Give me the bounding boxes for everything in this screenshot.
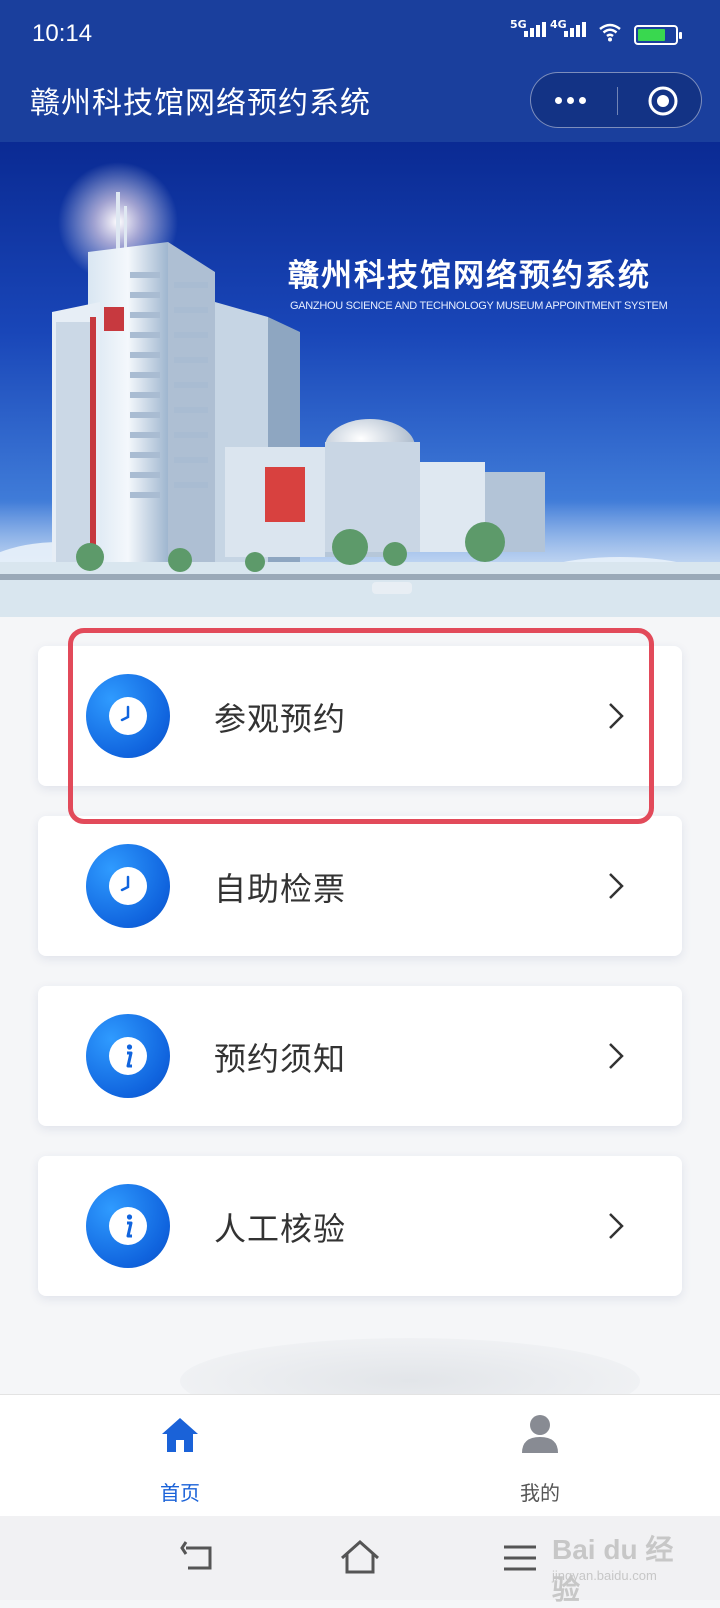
status-time: 10:14 <box>32 20 93 47</box>
menu-item-self-checkin[interactable]: 自助检票 <box>38 816 682 956</box>
museum-building-illustration <box>0 162 720 617</box>
menu-item-booking-notice[interactable]: 预约须知 <box>38 986 682 1126</box>
signal-4g-icon: 4G <box>550 18 586 37</box>
back-icon[interactable] <box>178 1536 222 1580</box>
target-circle-icon[interactable] <box>647 85 679 117</box>
battery-icon <box>634 25 682 45</box>
tab-home[interactable]: 首页 <box>120 1395 240 1517</box>
page-title: 赣州科技馆网络预约系统 <box>30 86 371 121</box>
watermark: Bai du 经验 jingyan.baidu.com <box>552 1520 682 1605</box>
battery-fill <box>638 29 665 41</box>
home-icon <box>162 1418 198 1452</box>
status-bar: 10:14 5G 4G <box>0 0 720 62</box>
top-bar: 10:14 5G 4G 赣州科技馆网络预约系统 <box>0 0 720 142</box>
menu-icon[interactable] <box>498 1536 542 1580</box>
info-icon <box>86 1184 170 1268</box>
miniprogram-capsule <box>530 72 702 128</box>
hero-banner: 赣州科技馆网络预约系统 GANZHOU SCIENCE AND TECHNOLO… <box>0 142 720 617</box>
chevron-right-icon <box>609 873 624 899</box>
info-icon <box>86 1014 170 1098</box>
signal-5g-icon: 5G <box>510 18 546 37</box>
tab-me-label: 我的 <box>520 1481 560 1505</box>
highlight-box <box>68 628 654 824</box>
menu-item-label: 自助检票 <box>214 870 347 908</box>
user-icon <box>522 1415 558 1453</box>
banner-subtitle: GANZHOU SCIENCE AND TECHNOLOGY MUSEUM AP… <box>290 300 668 312</box>
menu-item-manual-verification[interactable]: 人工核验 <box>38 1156 682 1296</box>
wifi-icon <box>599 23 621 42</box>
tab-home-label: 首页 <box>160 1481 200 1505</box>
watermark-url: jingyan.baidu.com <box>552 1568 657 1583</box>
signal-5g-label: 5G <box>510 18 527 31</box>
home-nav-icon[interactable] <box>338 1536 382 1580</box>
signal-4g-label: 4G <box>550 18 567 31</box>
menu-item-label: 人工核验 <box>214 1210 347 1248</box>
chevron-right-icon <box>609 1043 624 1069</box>
chevron-right-icon <box>609 1213 624 1239</box>
banner-title: 赣州科技馆网络预约系统 <box>288 258 651 294</box>
clock-icon <box>86 844 170 928</box>
tab-me[interactable]: 我的 <box>480 1395 600 1517</box>
tab-bar: 首页 我的 <box>0 1394 720 1517</box>
menu-item-label: 预约须知 <box>214 1040 347 1078</box>
more-dots-icon[interactable] <box>551 73 615 127</box>
